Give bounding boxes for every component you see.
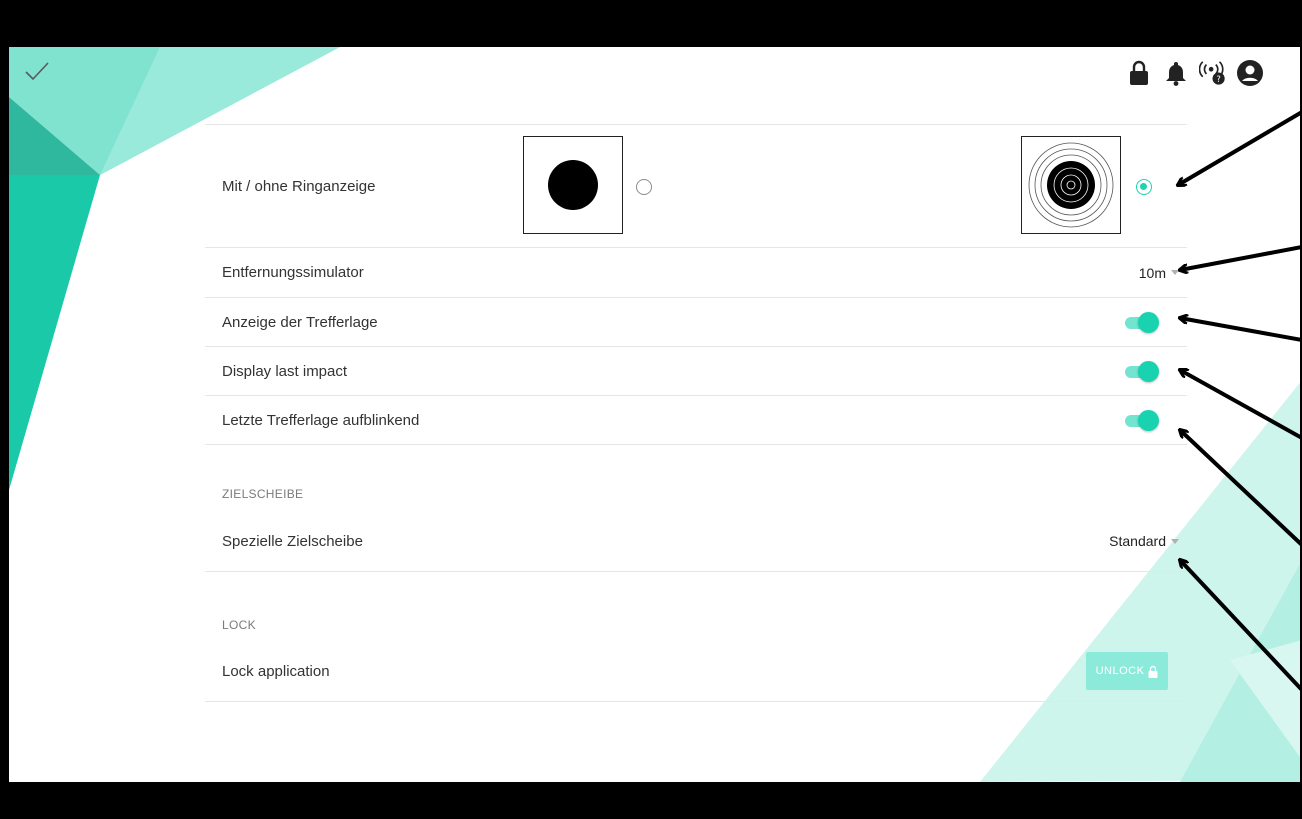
ring-display-label: Mit / ohne Ringanzeige [222, 177, 376, 195]
check-icon[interactable] [24, 60, 50, 82]
toggle-thumb [1138, 410, 1159, 431]
special-target-select[interactable]: Standard [1109, 533, 1179, 549]
radio-without-rings[interactable] [636, 179, 652, 195]
display-last-impact-toggle[interactable] [1123, 361, 1159, 382]
top-toolbar: ? [1125, 56, 1273, 90]
lock-application-row: Lock application UNLOCK [205, 642, 1187, 702]
target-section-header: ZIELSCHEIBE [205, 445, 1187, 511]
chevron-down-icon [1171, 538, 1179, 544]
bottom-letterbox [0, 782, 1302, 819]
target-section-title: ZIELSCHEIBE [222, 487, 304, 501]
top-letterbox [0, 0, 1302, 47]
distance-simulator-value: 10m [1138, 264, 1166, 281]
hit-position-display-toggle[interactable] [1123, 312, 1159, 333]
radio-with-rings[interactable] [1136, 179, 1152, 195]
lock-icon [1148, 665, 1158, 678]
unlock-button[interactable]: UNLOCK [1086, 652, 1168, 690]
last-hit-blinking-toggle[interactable] [1123, 410, 1159, 431]
signal-help-icon[interactable]: ? [1199, 58, 1227, 88]
toggle-thumb [1138, 361, 1159, 382]
distance-simulator-label: Entfernungssimulator [222, 264, 364, 281]
lock-application-label: Lock application [222, 663, 330, 680]
ring-display-row: Mit / ohne Ringanzeige [205, 124, 1187, 248]
target-without-rings-preview[interactable] [523, 136, 623, 234]
distance-simulator-row: Entfernungssimulator 10m [205, 248, 1187, 298]
toggle-thumb [1138, 312, 1159, 333]
settings-panel: Mit / ohne Ringanzeige Entfernungssimula… [205, 124, 1187, 702]
lock-section-title: LOCK [222, 618, 256, 632]
special-target-row: Spezielle Zielscheibe Standard [205, 511, 1187, 572]
display-last-impact-row: Display last impact [205, 347, 1187, 396]
hit-position-display-row: Anzeige der Trefferlage [205, 298, 1187, 347]
unlock-button-label: UNLOCK [1095, 665, 1145, 677]
ring-target-icon [1028, 142, 1114, 228]
lock-icon[interactable] [1125, 58, 1153, 88]
hit-position-display-label: Anzeige der Trefferlage [222, 313, 378, 331]
distance-simulator-select[interactable]: 10m [1139, 265, 1179, 281]
last-hit-blinking-label: Letzte Trefferlage aufblinkend [222, 411, 420, 429]
special-target-label: Spezielle Zielscheibe [222, 532, 363, 550]
bell-icon[interactable] [1162, 58, 1190, 88]
display-last-impact-label: Display last impact [222, 362, 348, 380]
solid-target-icon [548, 160, 598, 210]
svg-text:?: ? [1216, 74, 1220, 84]
left-letterbox [0, 0, 9, 819]
last-hit-blinking-row: Letzte Trefferlage aufblinkend [205, 396, 1187, 445]
chevron-down-icon [1171, 270, 1179, 275]
lock-section-header: LOCK [205, 572, 1187, 642]
target-with-rings-preview[interactable] [1021, 136, 1121, 234]
special-target-value: Standard [1109, 533, 1166, 549]
user-account-icon[interactable] [1236, 58, 1264, 88]
